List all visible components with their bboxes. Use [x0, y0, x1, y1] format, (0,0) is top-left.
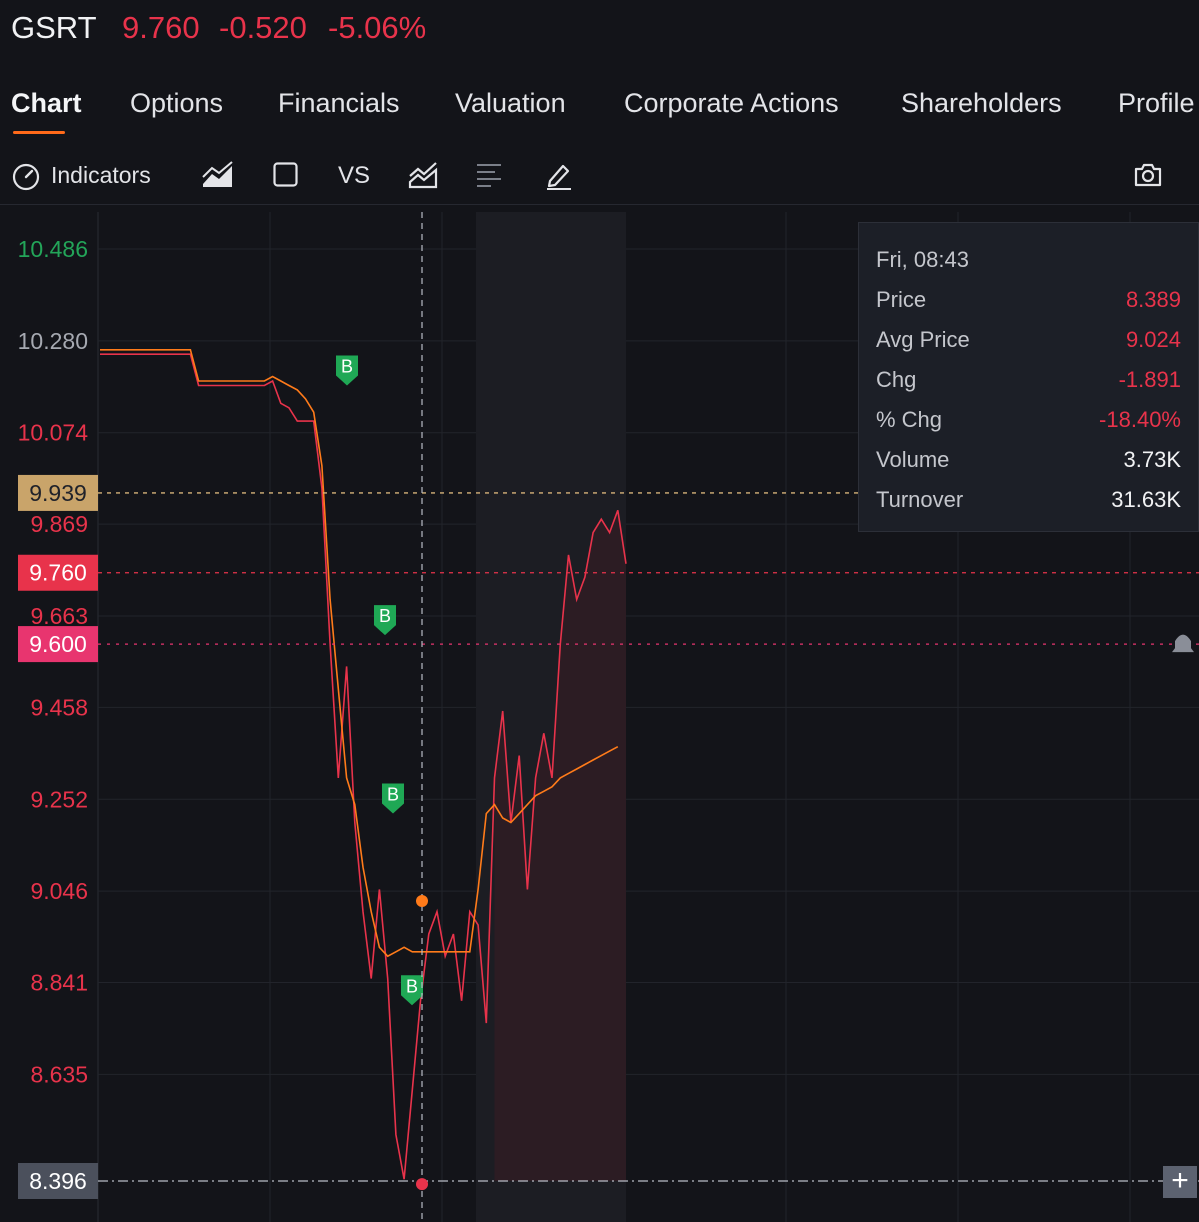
price-change: -0.520 — [219, 10, 307, 45]
tooltip-value: 8.389 — [1125, 287, 1181, 312]
draw-tool-button[interactable] — [544, 160, 574, 190]
price-tag-label: 9.600 — [29, 631, 87, 657]
tab-corporate-actions[interactable]: Corporate Actions — [624, 88, 839, 119]
last-price: 9.760 — [122, 10, 200, 45]
buy-marker-label: B — [341, 356, 353, 376]
tab-valuation[interactable]: Valuation — [455, 88, 566, 119]
buy-marker-label: B — [406, 976, 418, 996]
price-tag-label: 9.760 — [29, 560, 87, 586]
tooltip-value: -18.40% — [1099, 407, 1181, 432]
tooltip-value: 3.73K — [1123, 447, 1182, 472]
tooltip-label: Price — [876, 287, 927, 312]
compare-chart-icon — [408, 162, 438, 189]
y-tick-label: 9.663 — [30, 603, 88, 629]
draw-pen-icon — [547, 164, 571, 190]
active-tab-indicator — [13, 131, 65, 134]
section-tabs: Chart Options Financials Valuation Corpo… — [0, 84, 1199, 138]
tooltip-row: Avg Price 9.024 — [876, 327, 1181, 357]
tooltip-row: Chg -1.891 — [876, 367, 1181, 397]
list-lines-icon — [477, 164, 501, 187]
tab-profile[interactable]: Profile — [1118, 88, 1195, 119]
crosshair — [416, 212, 428, 1222]
alert-bell-body — [1172, 634, 1194, 653]
y-tick-label: 9.869 — [30, 511, 88, 537]
indicators-gauge-icon — [12, 163, 40, 191]
alert-bell-icon — [1172, 634, 1194, 653]
tooltip-time: Fri, 08:43 — [876, 247, 969, 272]
y-tick-label: 10.280 — [18, 328, 88, 354]
y-tick-label: 9.458 — [30, 694, 88, 720]
price-point — [416, 1178, 428, 1191]
add-crosshair-alert-button[interactable]: + — [1163, 1166, 1197, 1198]
compare-chart-button[interactable] — [407, 160, 439, 190]
buy-markers[interactable]: B B B B — [336, 355, 423, 1006]
chart-type-button[interactable] — [201, 160, 235, 190]
ticker-symbol: GSRT — [11, 10, 97, 45]
tab-shareholders[interactable]: Shareholders — [901, 88, 1062, 119]
y-tick-label: 9.252 — [30, 786, 88, 812]
quote-header: GSRT 9.760 -0.520 -5.06% — [0, 0, 1199, 60]
y-tick-label: 8.841 — [30, 970, 88, 996]
tooltip-label: Chg — [876, 367, 917, 392]
rectangle-tool-button[interactable] — [272, 160, 300, 190]
buy-marker[interactable]: B — [374, 605, 396, 636]
buy-marker[interactable]: B — [382, 783, 404, 814]
rectangle-icon — [273, 162, 298, 187]
y-tick-label: 8.635 — [30, 1061, 88, 1087]
buy-marker-label: B — [387, 785, 399, 805]
tooltip-value: 9.024 — [1125, 327, 1181, 352]
tooltip-value: 31.63K — [1111, 487, 1181, 512]
tooltip-row: Turnover 31.63K — [876, 487, 1181, 517]
indicators-label: Indicators — [51, 162, 151, 188]
tooltip-label: Turnover — [876, 487, 964, 512]
list-button[interactable] — [475, 160, 505, 190]
camera-icon — [1134, 163, 1162, 187]
tab-financials[interactable]: Financials — [278, 88, 400, 119]
tooltip-label: Volume — [876, 447, 950, 472]
indicators-button[interactable]: Indicators — [10, 160, 160, 194]
chart-type-area-icon — [202, 161, 233, 187]
crosshair-tooltip: Fri, 08:43 Price 8.389 Avg Price 9.024 Chg -1… — [858, 222, 1199, 532]
price-reference-lines — [98, 492, 1199, 1182]
avg-price-point — [416, 894, 428, 907]
y-tick-label: 10.074 — [18, 420, 89, 446]
tooltip-label: % Chg — [876, 407, 943, 432]
y-tick-label: 10.486 — [18, 236, 88, 262]
tab-chart[interactable]: Chart — [11, 88, 82, 119]
price-change-percent: -5.06% — [328, 10, 427, 45]
tooltip-row: % Chg -18.40% — [876, 407, 1181, 437]
tab-options[interactable]: Options — [130, 88, 223, 119]
chart-toolbar: Indicators — [0, 150, 1199, 205]
tooltip-value: -1.891 — [1118, 367, 1181, 392]
y-tick-label: 9.046 — [30, 878, 88, 904]
tooltip-row: Price 8.389 — [876, 287, 1181, 317]
tooltip-label: Avg Price — [876, 327, 970, 352]
buy-marker-label: B — [379, 606, 391, 626]
price-tag-label: 9.939 — [29, 480, 87, 506]
buy-marker[interactable]: B — [336, 355, 358, 386]
price-tag-label: 8.396 — [29, 1168, 87, 1194]
compare-vs-button[interactable]: VS — [338, 162, 370, 190]
screenshot-button[interactable] — [1133, 160, 1163, 190]
tooltip-row: Volume 3.73K — [876, 447, 1181, 477]
